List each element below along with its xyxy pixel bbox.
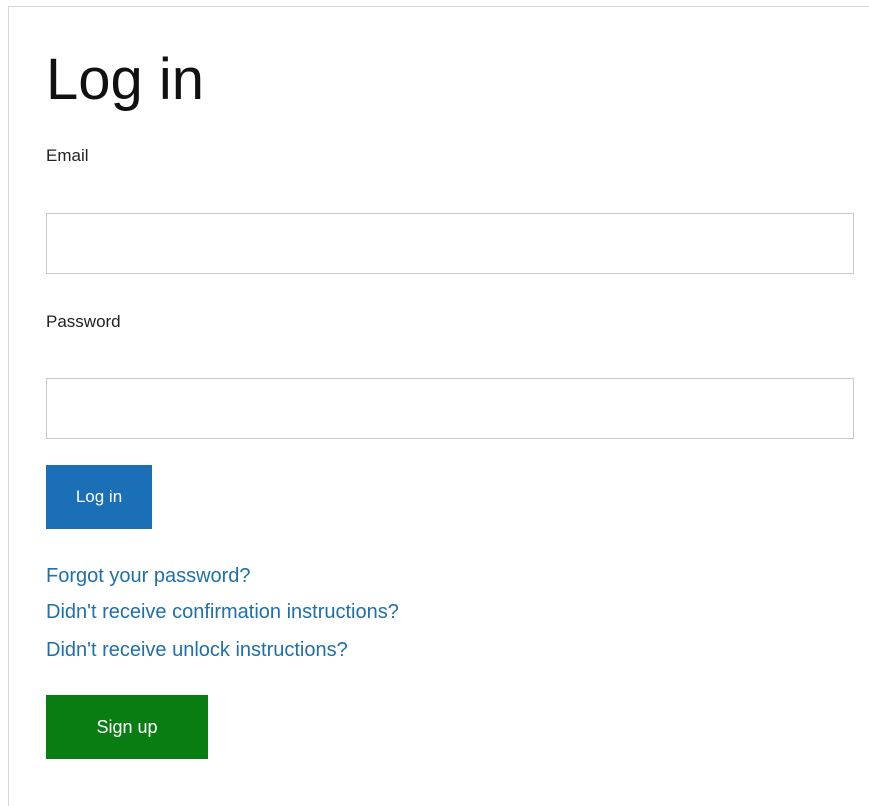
sign-up-button[interactable]: Sign up xyxy=(46,695,208,759)
login-button[interactable]: Log in xyxy=(46,465,152,529)
password-label: Password xyxy=(46,312,121,331)
email-field[interactable] xyxy=(46,213,854,274)
page-title: Log in xyxy=(46,47,205,112)
forgot-password-link[interactable]: Forgot your password? xyxy=(46,565,251,588)
email-label: Email xyxy=(46,146,89,165)
unlock-instructions-link[interactable]: Didn't receive unlock instructions? xyxy=(46,639,348,662)
confirmation-instructions-link[interactable]: Didn't receive confirmation instructions… xyxy=(46,601,399,624)
password-field[interactable] xyxy=(46,378,854,439)
login-panel: Log in Email Password Log in Forgot your… xyxy=(8,6,869,806)
